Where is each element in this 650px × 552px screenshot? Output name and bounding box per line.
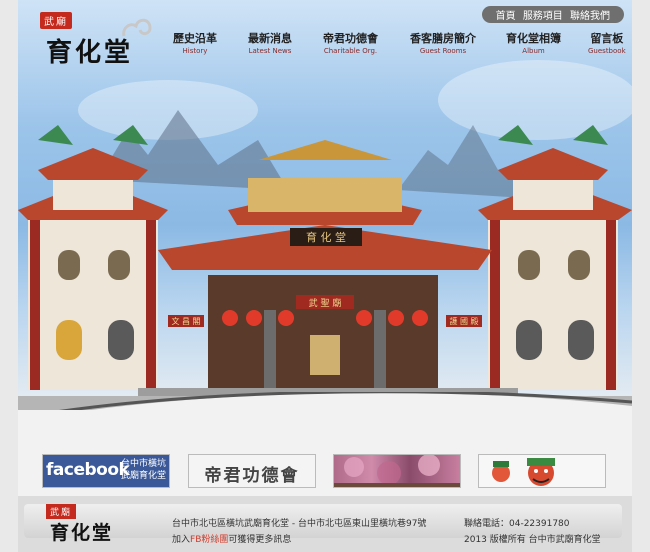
nav-label: 留言板 (590, 32, 624, 45)
nav-charitable-org[interactable]: 帝君功德會 Charitable Org. (323, 30, 378, 55)
logo-seal: 武廟 (40, 12, 72, 29)
main-nav: 歷史沿革 History 最新消息 Latest News 帝君功德會 Char… (168, 30, 628, 60)
nav-label: 最新消息 (248, 32, 292, 45)
facebook-caption-line2: 武廟育化堂 (121, 471, 167, 481)
footer-logo-seal: 武廟 (46, 504, 77, 519)
footer-fb-note: 加入FB粉絲團可獲得更多訊息 (172, 532, 291, 545)
nav-label: 歷史沿革 (173, 32, 217, 45)
footer-phone: 聯絡電話：04-22391780 (464, 519, 570, 529)
footer-fb-link[interactable]: FB粉絲團 (190, 535, 228, 545)
top-links: 首頁 服務項目 聯絡我們 (481, 6, 624, 23)
footer-bar: 武廟 育化堂 台中市北屯區橫坑武廟育化堂 - 台中市北屯區東山里橫坑巷97號 加… (24, 504, 622, 545)
temple-photo: 育 化 堂 武 聖 廟 文 昌 閣 護 國 殿 (18, 125, 632, 410)
footer-address: 台中市北屯區橫坑武廟育化堂 - 台中市北屯區東山里橫坑巷97號 (172, 519, 427, 529)
flower-tree-image (334, 455, 460, 487)
side-plaque-left: 文 昌 閣 (171, 316, 200, 326)
facebook-caption: 台中市橫坑 武廟育化堂 (121, 458, 166, 482)
nav-sublabel: Charitable Org. (323, 47, 378, 55)
nav-sublabel: Guestbook (588, 47, 626, 55)
footer-copyright: 2013 版權所有 台中市武廟育化堂 (464, 535, 601, 545)
facebook-caption-line1: 台中市橫坑 (121, 459, 167, 469)
nav-label: 育化堂相簿 (506, 32, 561, 45)
decorative-swoosh (59, 392, 632, 410)
footer-logo-name: 育化堂 (50, 522, 114, 544)
nav-sublabel: Guest Rooms (419, 47, 467, 55)
page: 武廟 育化堂 首頁 服務項目 聯絡我們 歷史沿革 History 最新消息 La… (18, 0, 632, 552)
nav-latest-news[interactable]: 最新消息 Latest News (248, 30, 292, 55)
nav-label: 香客膳房簡介 (410, 32, 476, 45)
footer: 武廟 育化堂 台中市北屯區橫坑武廟育化堂 - 台中市北屯區東山里橫坑巷97號 加… (18, 496, 632, 552)
nav-sublabel: Latest News (248, 47, 292, 55)
site-logo[interactable]: 武廟 育化堂 (28, 8, 178, 68)
charity-banner-label: 帝君功德會 (204, 466, 300, 486)
nav-album[interactable]: 育化堂相簿 Album (506, 30, 561, 55)
logo-name: 育化堂 (46, 38, 134, 68)
facebook-brand: facebook (46, 460, 130, 480)
nav-guest-rooms[interactable]: 香客膳房簡介 Guest Rooms (410, 30, 476, 55)
footer-fb-suffix: 可獲得更多訊息 (228, 535, 292, 545)
cartoon-banner[interactable] (478, 454, 606, 488)
charity-banner[interactable]: 帝君功德會 (188, 454, 316, 488)
toplink-services[interactable]: 服務項目 (523, 11, 563, 22)
nav-history[interactable]: 歷史沿革 History (173, 30, 217, 55)
main-plaque: 育 化 堂 (306, 230, 346, 244)
nav-sublabel: History (182, 47, 208, 55)
nav-sublabel: Album (522, 47, 545, 55)
lower-plaque: 武 聖 廟 (309, 297, 342, 309)
side-plaque-right: 護 國 殿 (449, 316, 478, 326)
promo-banners: facebook 台中市橫坑 武廟育化堂 帝君功德會 (18, 446, 632, 494)
toplink-home[interactable]: 首頁 (496, 11, 516, 22)
facebook-banner[interactable]: facebook 台中市橫坑 武廟育化堂 (42, 454, 170, 488)
flowers-photo-banner[interactable] (333, 454, 461, 488)
toplink-contact[interactable]: 聯絡我們 (570, 11, 610, 22)
footer-fb-prefix: 加入 (172, 535, 191, 545)
hero-banner: 武廟 育化堂 首頁 服務項目 聯絡我們 歷史沿革 History 最新消息 La… (18, 0, 632, 410)
nav-label: 帝君功德會 (323, 32, 378, 45)
nav-guestbook[interactable]: 留言板 Guestbook (588, 30, 626, 55)
cartoon-deity-image (492, 458, 555, 486)
